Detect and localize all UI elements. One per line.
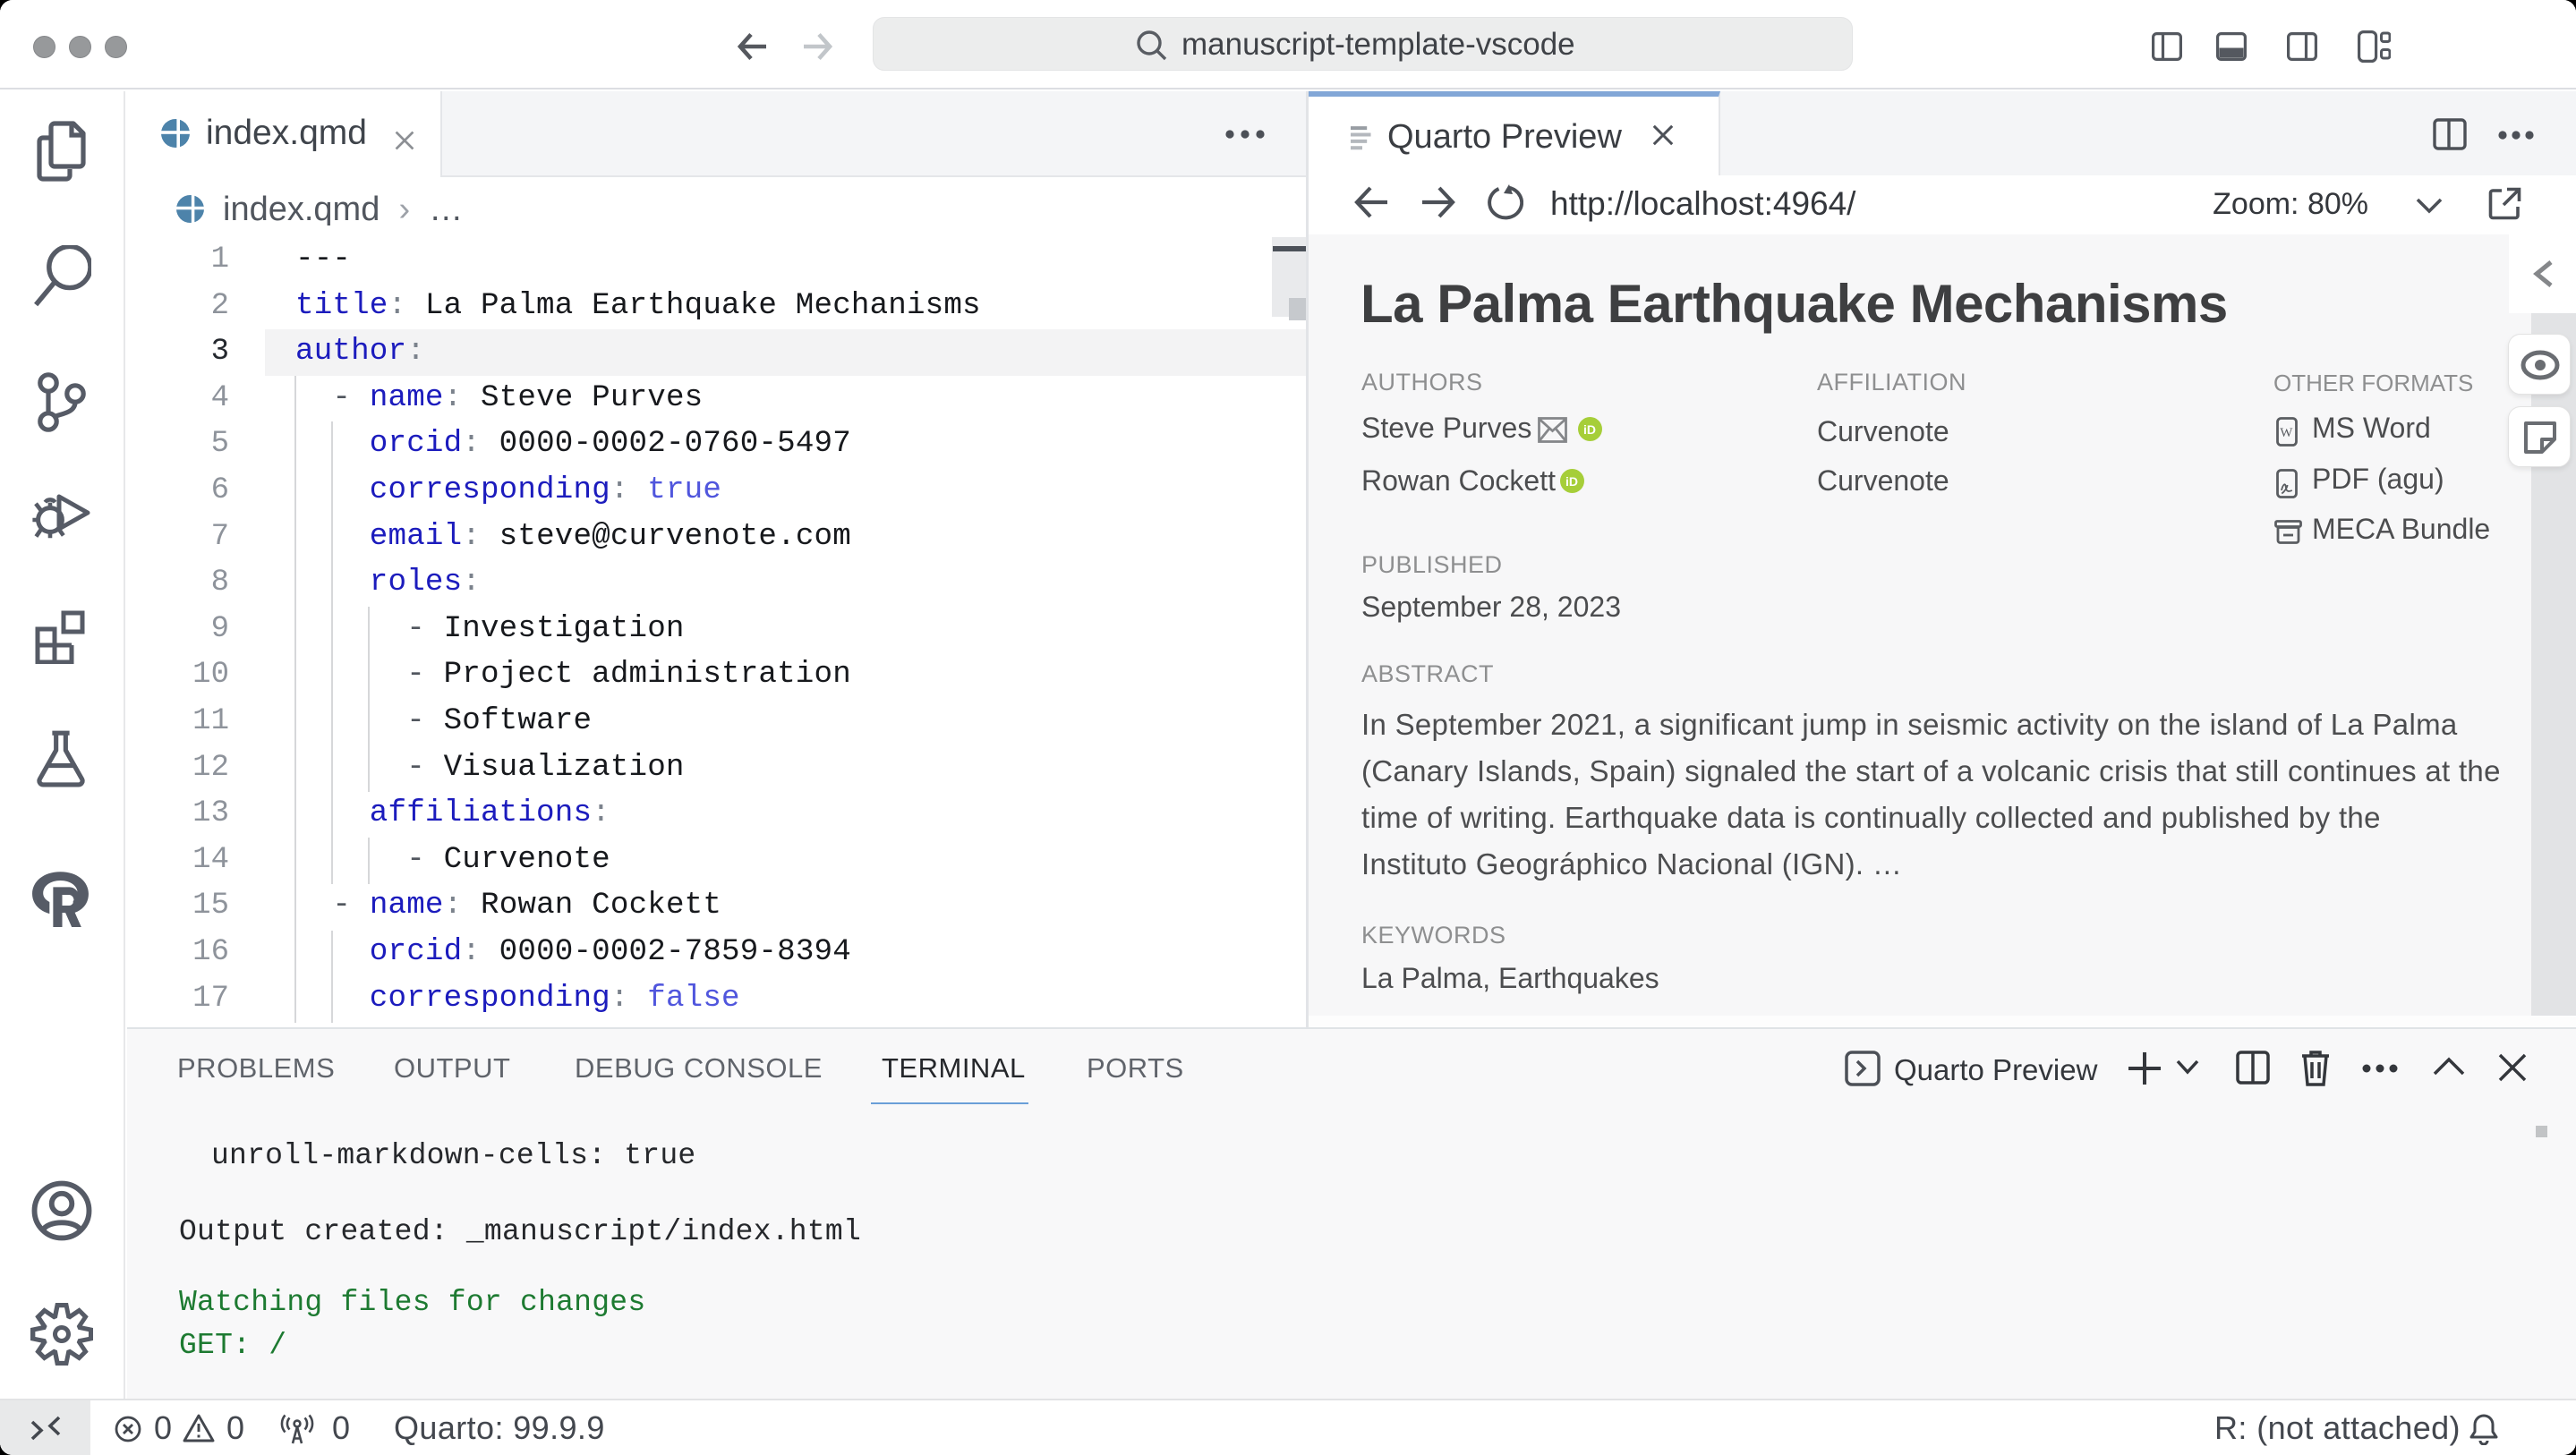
svg-text:iD: iD — [1583, 422, 1596, 437]
svg-text:W: W — [2280, 426, 2293, 440]
svg-text:iD: iD — [1565, 474, 1578, 489]
